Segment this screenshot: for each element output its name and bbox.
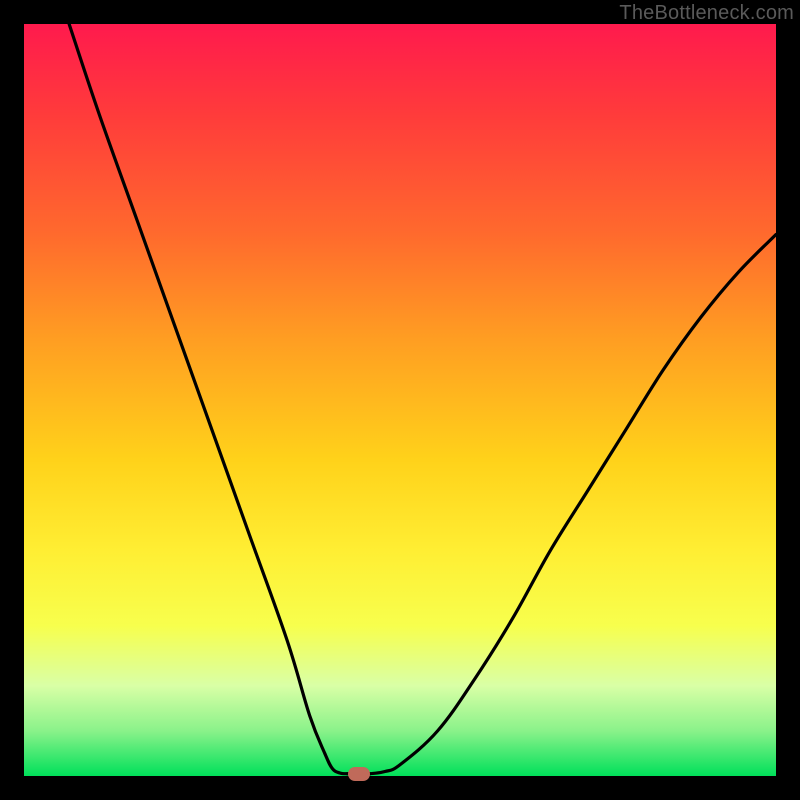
optimal-marker <box>348 767 370 781</box>
watermark-text: TheBottleneck.com <box>619 2 794 25</box>
chart-frame: TheBottleneck.com <box>0 0 800 800</box>
chart-plot-area <box>24 24 776 776</box>
